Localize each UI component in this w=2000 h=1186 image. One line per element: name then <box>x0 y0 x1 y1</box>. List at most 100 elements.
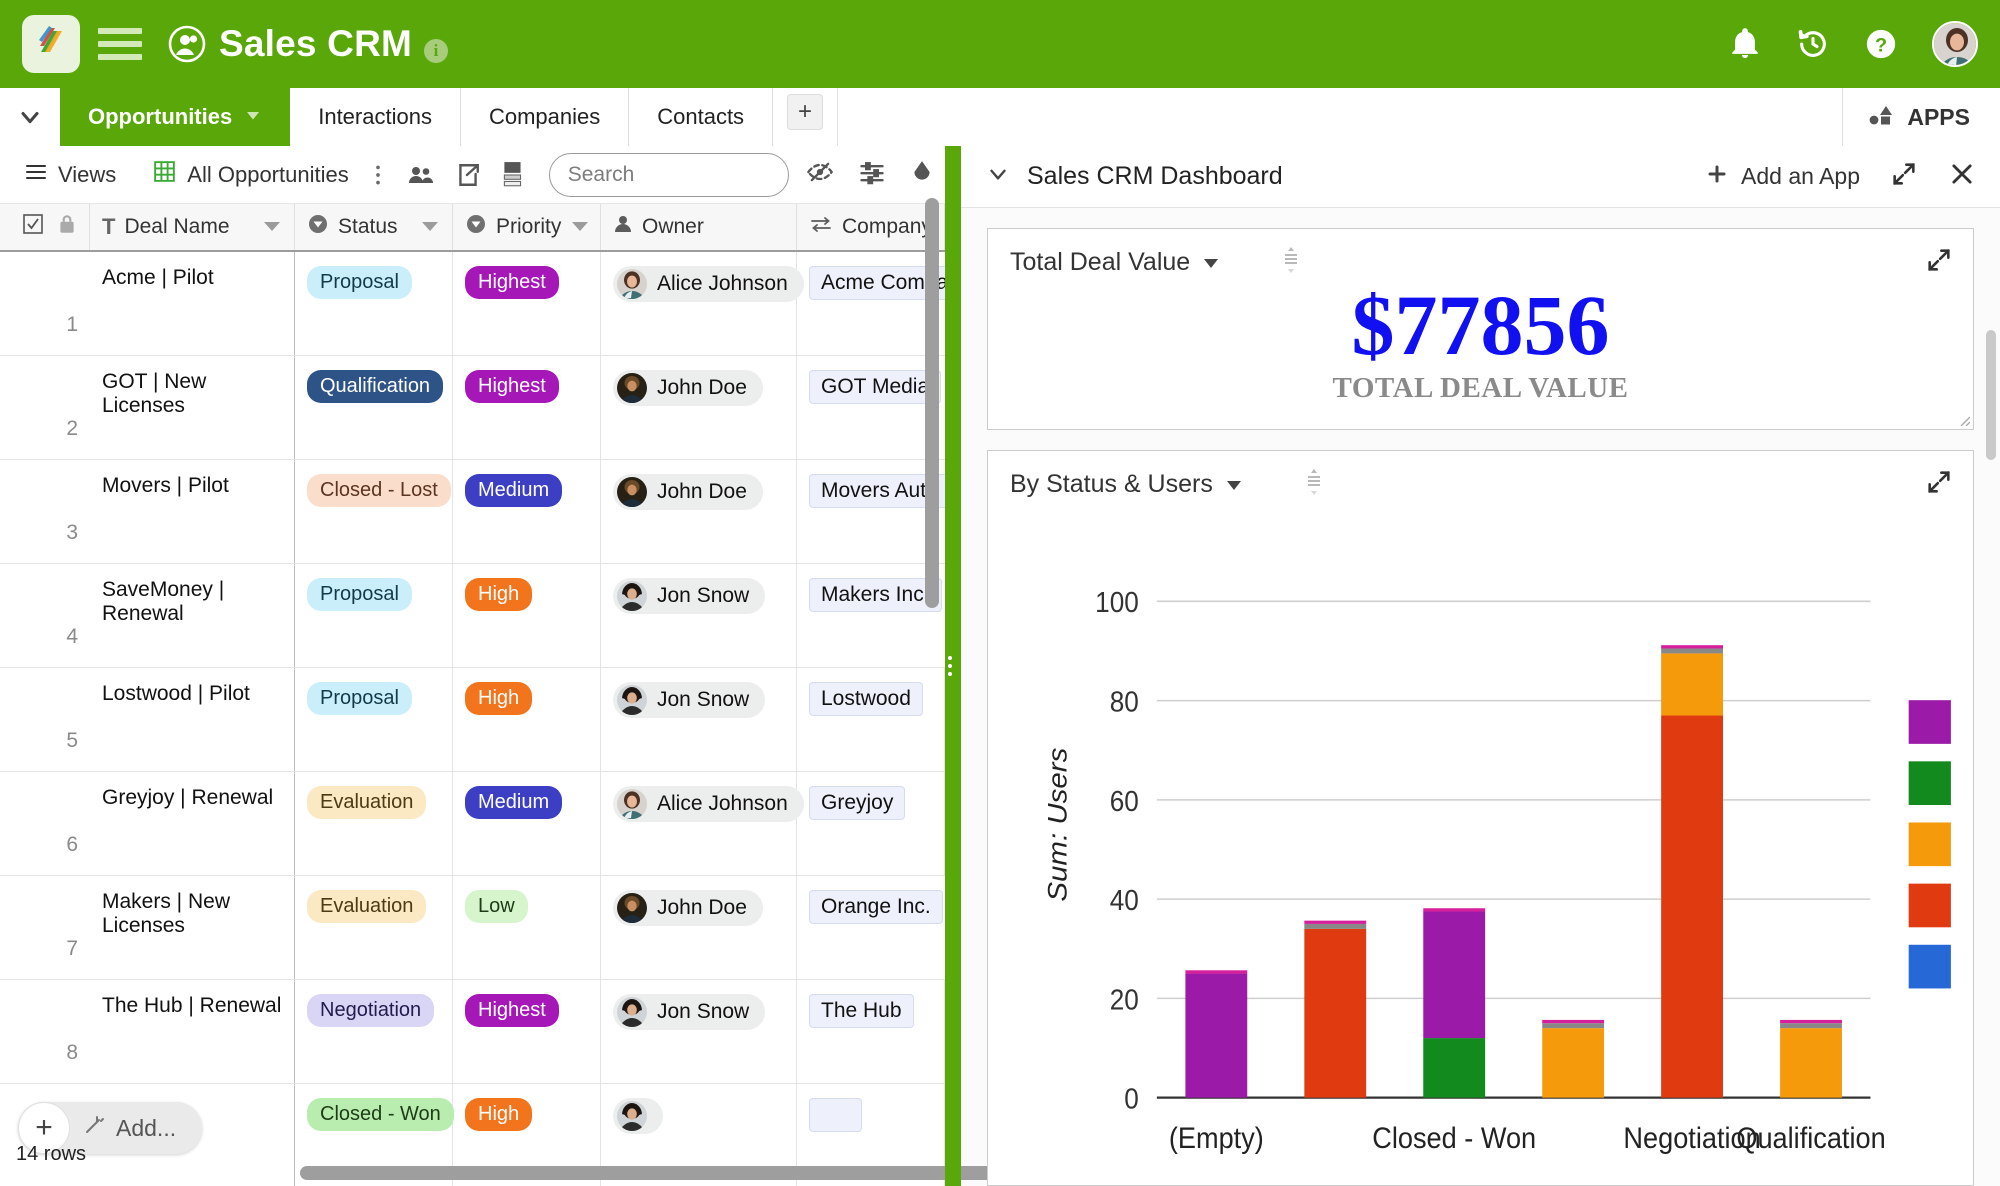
cell-priority[interactable]: Low <box>453 876 601 979</box>
cell-deal-name[interactable]: The Hub | Renewal <box>90 980 295 1083</box>
cell-owner[interactable]: John Doe <box>601 460 797 563</box>
owner-chip[interactable]: Jon Snow <box>613 994 765 1030</box>
company-chip[interactable]: Makers Inc. <box>809 578 942 612</box>
cell-company[interactable]: Greyjoy <box>797 772 945 875</box>
bar-segment[interactable] <box>1304 924 1366 929</box>
cell-status[interactable]: Qualification <box>295 356 453 459</box>
cell-status[interactable]: Negotiation <box>295 980 453 1083</box>
company-chip[interactable]: Lostwood <box>809 682 923 716</box>
cell-status[interactable]: Proposal <box>295 668 453 771</box>
tab-interactions[interactable]: Interactions <box>290 88 461 146</box>
widget-title-row[interactable]: Total Deal Value <box>1010 248 1220 277</box>
cell-company[interactable]: Acme Company <box>797 252 945 355</box>
cell-company[interactable]: Makers Inc. <box>797 564 945 667</box>
table-row[interactable]: 7 Makers | New Licenses Evaluation Low J… <box>0 876 945 980</box>
pane-divider[interactable] <box>945 146 961 1186</box>
table-row[interactable]: 8 The Hub | Renewal Negotiation Highest … <box>0 980 945 1084</box>
bell-icon[interactable] <box>1728 27 1762 61</box>
current-view-button[interactable]: All Opportunities <box>142 159 358 190</box>
drag-handle-icon[interactable] <box>1303 467 1325 502</box>
cell-priority[interactable]: Medium <box>453 772 601 875</box>
legend-swatch[interactable] <box>1909 945 1951 989</box>
table-row[interactable]: 5 Lostwood | Pilot Proposal High Jon Sno… <box>0 668 945 772</box>
add-an-app-button[interactable]: Add an App <box>1705 162 1860 192</box>
table-row[interactable]: 4 SaveMoney | Renewal Proposal High Jon … <box>0 564 945 668</box>
table-row[interactable]: 3 Movers | Pilot Closed - Lost Medium Jo… <box>0 460 945 564</box>
owner-chip[interactable]: John Doe <box>613 474 763 510</box>
user-avatar[interactable] <box>1932 21 1978 67</box>
expand-diagonal-icon[interactable] <box>1890 160 1918 193</box>
owner-chip[interactable]: Jon Snow <box>613 578 765 614</box>
cell-company[interactable]: Lostwood <box>797 668 945 771</box>
cell-company[interactable]: Movers Auto <box>797 460 945 563</box>
plus-icon[interactable]: + <box>18 1102 70 1154</box>
export-box-arrow-icon[interactable] <box>445 162 491 188</box>
add-record-button[interactable]: + Add... <box>18 1102 202 1154</box>
cell-owner[interactable]: Alice Johnson <box>601 772 797 875</box>
bar-segment[interactable] <box>1304 929 1366 1098</box>
chevron-down-icon[interactable] <box>244 104 262 130</box>
owner-chip[interactable]: Alice Johnson <box>613 266 804 302</box>
column-header-company[interactable]: Company <box>797 204 945 250</box>
cell-status[interactable]: Evaluation <box>295 772 453 875</box>
cell-deal-name[interactable]: Makers | New Licenses <box>90 876 295 979</box>
company-chip[interactable]: GOT Media <box>809 370 941 404</box>
company-chip[interactable] <box>809 1098 862 1132</box>
people-share-icon[interactable] <box>397 163 445 187</box>
widget-title-row[interactable]: By Status & Users <box>1010 470 1243 499</box>
owner-chip[interactable]: Jon Snow <box>613 682 765 718</box>
owner-chip[interactable] <box>613 1098 663 1134</box>
resize-handle-icon[interactable] <box>1957 413 1970 426</box>
kebab-menu-icon[interactable] <box>359 162 397 188</box>
expand-diagonal-icon[interactable] <box>1925 468 1953 501</box>
question-mark-icon[interactable]: ? <box>1864 27 1898 61</box>
cell-status[interactable]: Evaluation <box>295 876 453 979</box>
grid-vertical-scrollbar[interactable] <box>925 198 939 608</box>
tab-contacts[interactable]: Contacts <box>629 88 773 146</box>
cell-owner[interactable]: Alice Johnson <box>601 252 797 355</box>
company-chip[interactable]: The Hub <box>809 994 914 1028</box>
bar-segment[interactable] <box>1542 1028 1604 1097</box>
quickbase-logo-icon[interactable] <box>22 15 80 73</box>
cell-status[interactable]: Proposal <box>295 564 453 667</box>
sort-caret-icon[interactable] <box>570 215 590 239</box>
cell-deal-name[interactable]: Greyjoy | Renewal <box>90 772 295 875</box>
legend-swatch[interactable] <box>1909 822 1951 866</box>
chevron-down-icon[interactable] <box>1202 248 1220 277</box>
cell-owner[interactable] <box>601 1084 797 1186</box>
cell-priority[interactable]: Highest <box>453 980 601 1083</box>
cell-owner[interactable]: Jon Snow <box>601 668 797 771</box>
company-chip[interactable]: Greyjoy <box>809 786 905 820</box>
bar-segment[interactable] <box>1661 653 1723 715</box>
cell-status[interactable]: Proposal <box>295 252 453 355</box>
bar-segment[interactable] <box>1780 1023 1842 1028</box>
apps-button[interactable]: APPS <box>1842 88 2000 146</box>
search-field[interactable] <box>568 163 770 187</box>
cell-company[interactable]: GOT Media <box>797 356 945 459</box>
cell-deal-name[interactable]: Movers | Pilot <box>90 460 295 563</box>
history-clock-icon[interactable] <box>1796 27 1830 61</box>
dashboard-scrollbar[interactable] <box>1988 146 1998 1186</box>
bar-segment[interactable] <box>1423 912 1485 1039</box>
cell-company[interactable]: Orange Inc. <box>797 876 945 979</box>
expand-diagonal-icon[interactable] <box>1925 246 1953 279</box>
company-chip[interactable]: Orange Inc. <box>809 890 943 924</box>
chevron-down-icon[interactable] <box>1225 470 1243 499</box>
cell-status[interactable]: Closed - Won <box>295 1084 453 1186</box>
color-drop-icon[interactable] <box>909 158 935 191</box>
cell-company[interactable] <box>797 1084 945 1186</box>
close-x-icon[interactable] <box>1948 160 1976 193</box>
hamburger-menu-icon[interactable] <box>98 28 142 60</box>
eye-slash-icon[interactable] <box>805 158 835 191</box>
cell-deal-name[interactable]: GOT | New Licenses <box>90 356 295 459</box>
owner-chip[interactable]: Alice Johnson <box>613 786 804 822</box>
views-button[interactable]: Views <box>14 160 126 190</box>
bar-segment[interactable] <box>1185 974 1247 1098</box>
drag-handle-icon[interactable] <box>1280 245 1302 280</box>
cell-priority[interactable]: High <box>453 1084 601 1186</box>
legend-swatch[interactable] <box>1909 884 1951 928</box>
cell-priority[interactable]: Highest <box>453 356 601 459</box>
bar-segment[interactable] <box>1542 1023 1604 1028</box>
cell-owner[interactable]: John Doe <box>601 356 797 459</box>
bar-segment[interactable] <box>1661 715 1723 1097</box>
